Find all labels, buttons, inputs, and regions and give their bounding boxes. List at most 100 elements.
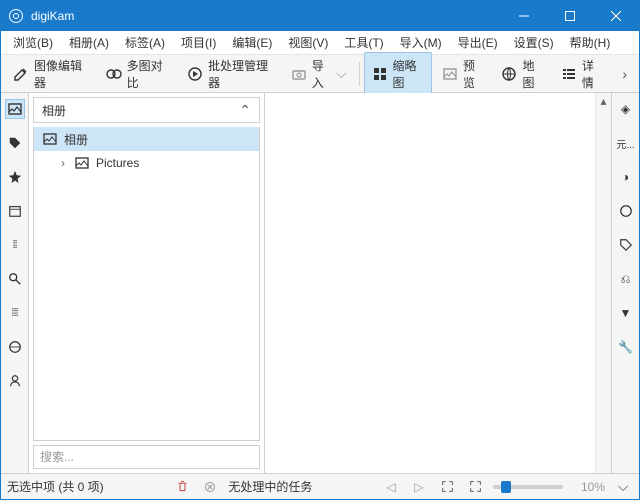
globe-icon <box>501 66 517 82</box>
batch-icon <box>187 66 203 82</box>
versions-icon: ⎌ <box>621 272 631 287</box>
minimize-button[interactable] <box>501 1 547 31</box>
rail-albums[interactable] <box>5 99 25 119</box>
rail-geolocation[interactable] <box>616 201 636 221</box>
light-table-button[interactable]: 多图对比 <box>98 52 178 96</box>
toolbar-label: 多图对比 <box>127 57 170 91</box>
menu-settings[interactable]: 设置(S) <box>506 31 562 54</box>
rail-metadata[interactable]: 元... <box>616 133 636 153</box>
menu-album[interactable]: 相册(A) <box>61 31 117 54</box>
separator <box>359 62 360 86</box>
right-sidebar-rail: ◈ 元... ◑ ⎌ ▼ 🔧 <box>611 93 639 473</box>
compare-icon <box>106 66 122 82</box>
panel-header[interactable]: 相册 ⌃ <box>33 97 260 123</box>
thumbnail-canvas[interactable]: ▴ <box>265 93 611 473</box>
toolbar-label: 地图 <box>522 57 542 91</box>
rail-similar[interactable]: ⁞⁞⁞ <box>5 303 25 323</box>
rail-captions[interactable] <box>616 235 636 255</box>
map-view-button[interactable]: 地图 <box>493 52 550 96</box>
diamond-icon: ◈ <box>621 102 630 116</box>
chevron-down-icon: ⌵ <box>336 65 347 82</box>
zoom-dropdown[interactable]: ⌵ <box>613 477 633 497</box>
filter-icon: ▼ <box>620 306 632 320</box>
rail-versions[interactable]: ⎌ <box>616 269 636 289</box>
close-button[interactable] <box>593 1 639 31</box>
rail-tags[interactable] <box>5 133 25 153</box>
zoom-fit-button[interactable] <box>437 477 457 497</box>
albums-tree: 相册 › Pictures <box>33 127 260 441</box>
zoom-slider[interactable] <box>493 485 563 489</box>
preview-view-button[interactable]: 预览 <box>434 52 491 96</box>
rail-search[interactable] <box>5 269 25 289</box>
toolbar-label: 缩略图 <box>393 57 424 91</box>
main-area: ⁞⁞ ⁞⁞⁞ 相册 ⌃ 相册 › Pictures ▴ <box>1 93 639 473</box>
rail-dates[interactable] <box>5 201 25 221</box>
rail-tools[interactable]: 🔧 <box>616 337 636 357</box>
chevron-right-icon: › <box>622 66 627 82</box>
zoom-100-button[interactable] <box>465 477 485 497</box>
maximize-button[interactable] <box>547 1 593 31</box>
rail-labels[interactable] <box>5 167 25 187</box>
tree-item-pictures[interactable]: › Pictures <box>34 151 259 175</box>
menu-item[interactable]: 项目(I) <box>173 31 224 54</box>
panel-title: 相册 <box>42 102 239 119</box>
thumbnails-view-button[interactable]: 缩略图 <box>364 52 432 96</box>
status-bar: 无选中项 (共 0 项) 无处理中的任务 ◁ ▷ 10% ⌵ <box>1 473 639 499</box>
rail-people[interactable] <box>5 371 25 391</box>
search-input[interactable] <box>33 445 260 469</box>
picture-icon <box>74 155 90 171</box>
tree-label: 相册 <box>64 131 88 148</box>
picture-icon <box>42 131 58 147</box>
palette-icon: ◑ <box>622 170 629 184</box>
toolbar-label: 导入 <box>312 57 331 91</box>
rail-timeline[interactable]: ⁞⁞ <box>5 235 25 255</box>
task-status: 无处理中的任务 <box>228 478 312 495</box>
menu-tools[interactable]: 工具(T) <box>336 31 391 54</box>
details-view-button[interactable]: 详情 <box>553 52 610 96</box>
window-title: digiKam <box>31 9 501 23</box>
rail-map[interactable] <box>5 337 25 357</box>
menu-tags[interactable]: 标签(A) <box>117 31 173 54</box>
toolbar-label: 图像编辑器 <box>34 57 88 91</box>
scroll-up-icon[interactable]: ▴ <box>596 93 611 109</box>
expand-icon[interactable]: › <box>58 156 68 170</box>
menu-export[interactable]: 导出(E) <box>450 31 506 54</box>
rail-label: 元... <box>616 136 634 151</box>
image-editor-button[interactable]: 图像编辑器 <box>5 52 96 96</box>
zoom-percent: 10% <box>571 480 605 494</box>
next-button[interactable]: ▷ <box>409 477 429 497</box>
chevron-up-icon: ⌃ <box>239 102 251 119</box>
menu-import[interactable]: 导入(M) <box>392 31 450 54</box>
import-dropdown[interactable]: 导入 ⌵ <box>283 52 355 96</box>
batch-queue-button[interactable]: 批处理管理器 <box>179 52 281 96</box>
left-sidebar-rail: ⁞⁞ ⁞⁞⁞ <box>1 93 29 473</box>
grid-icon <box>372 66 388 82</box>
menu-edit[interactable]: 编辑(E) <box>224 31 280 54</box>
menu-help[interactable]: 帮助(H) <box>562 31 619 54</box>
tree-root-albums[interactable]: 相册 <box>34 127 259 151</box>
tree-label: Pictures <box>96 156 139 170</box>
title-bar: digiKam <box>1 1 639 31</box>
timeline-icon: ⁞⁞ <box>12 239 16 251</box>
trash-button[interactable] <box>172 477 192 497</box>
selection-status: 无选中项 (共 0 项) <box>7 478 104 495</box>
cancel-task-button[interactable] <box>200 477 220 497</box>
rail-colors[interactable]: ◑ <box>616 167 636 187</box>
rail-filters[interactable]: ▼ <box>616 303 636 323</box>
menu-browse[interactable]: 浏览(B) <box>5 31 61 54</box>
similar-icon: ⁞⁞⁞ <box>11 307 17 319</box>
menu-view[interactable]: 视图(V) <box>280 31 336 54</box>
toolbar-label: 预览 <box>463 57 483 91</box>
toolbar-label: 详情 <box>582 57 602 91</box>
pencil-icon <box>13 66 29 82</box>
vertical-scrollbar[interactable]: ▴ <box>595 93 611 473</box>
rail-properties[interactable]: ◈ <box>616 99 636 119</box>
chevron-down-icon: ⌵ <box>618 478 629 495</box>
wrench-icon: 🔧 <box>618 340 633 354</box>
prev-button[interactable]: ◁ <box>381 477 401 497</box>
image-icon <box>442 66 458 82</box>
app-icon <box>9 9 23 23</box>
albums-panel: 相册 ⌃ 相册 › Pictures <box>29 93 265 473</box>
slider-thumb[interactable] <box>501 481 511 493</box>
toolbar-overflow-button[interactable]: › <box>614 61 635 87</box>
